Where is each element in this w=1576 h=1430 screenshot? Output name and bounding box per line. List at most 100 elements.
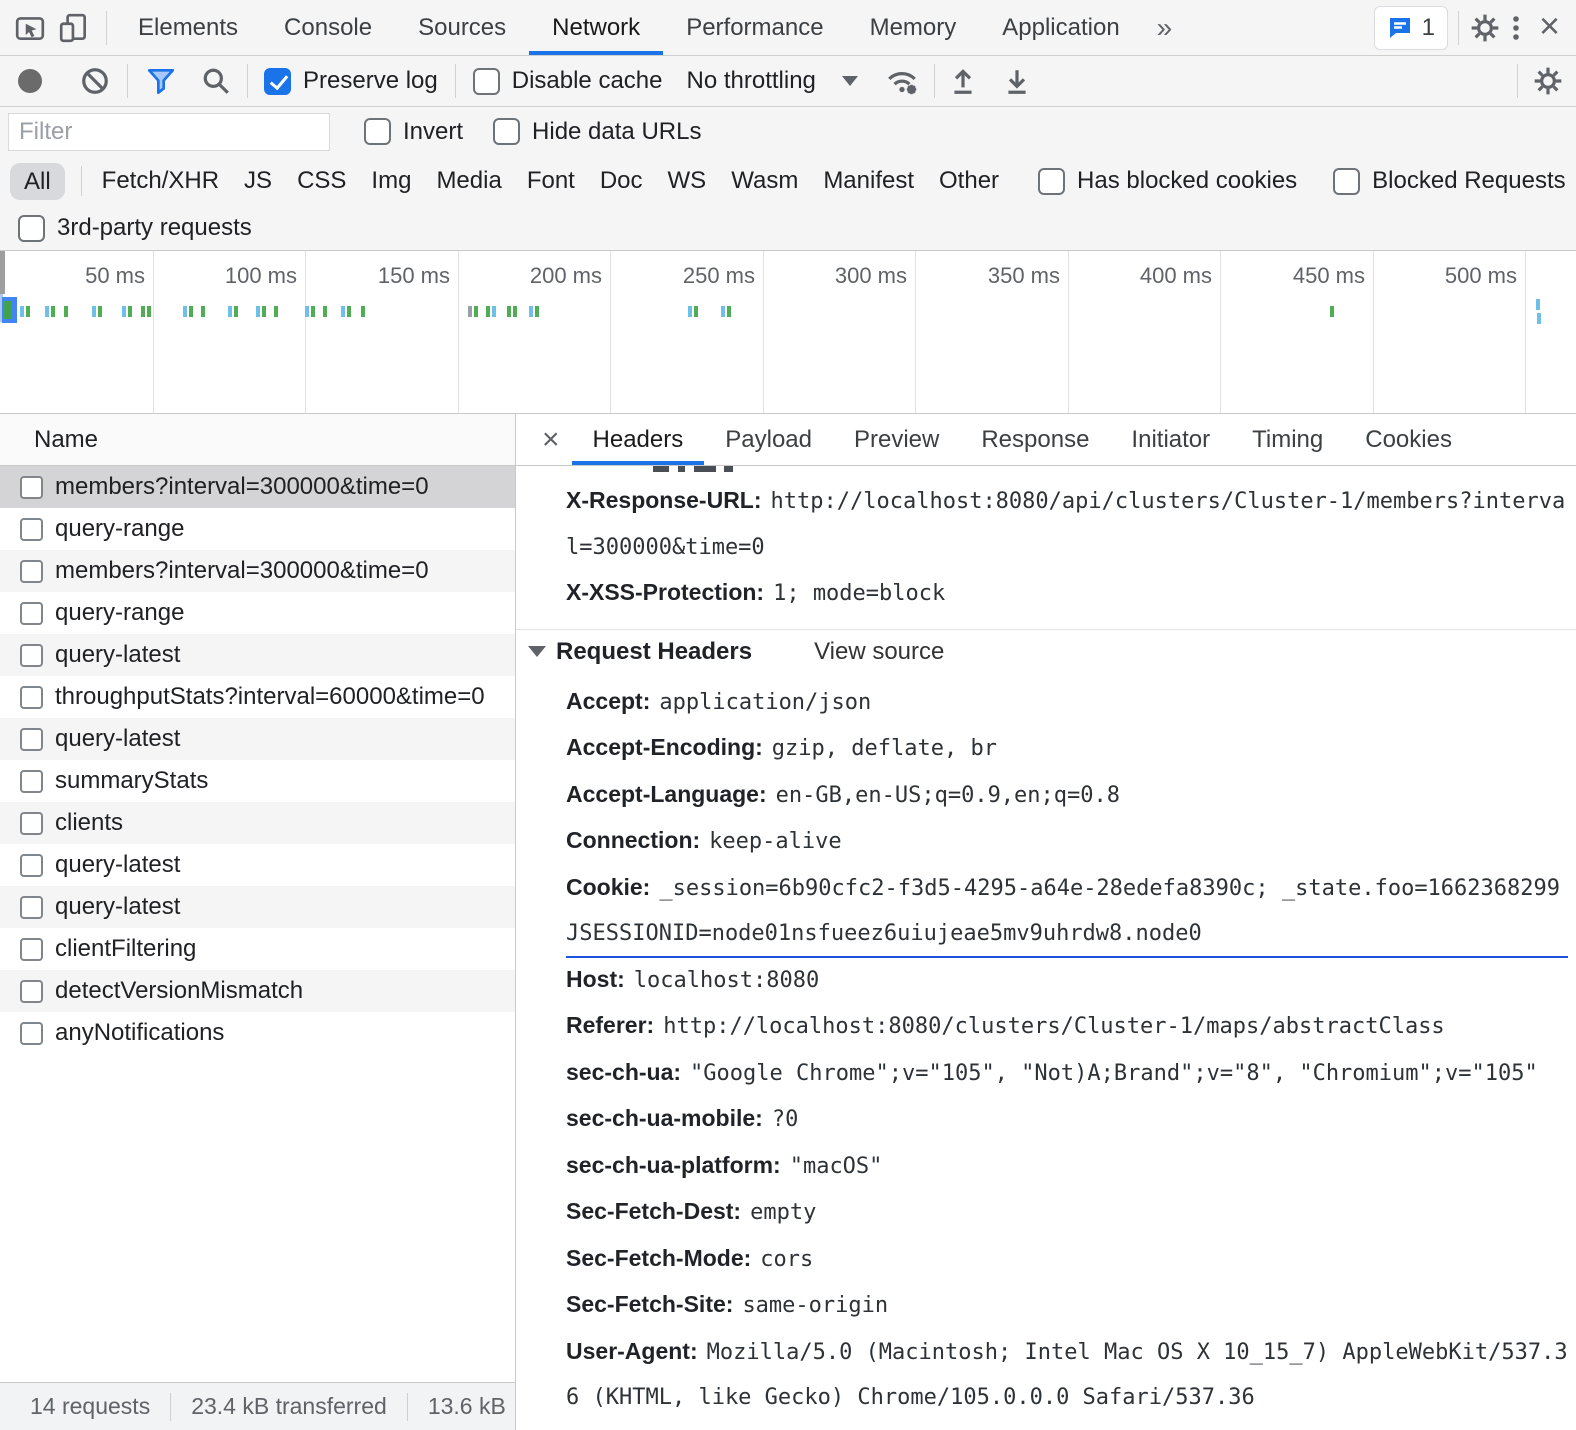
request-row[interactable]: query-range — [0, 592, 515, 634]
row-checkbox[interactable] — [20, 644, 43, 667]
overview-strip[interactable]: 50 ms100 ms150 ms200 ms250 ms300 ms350 m… — [0, 251, 1576, 414]
has-blocked-cookies-label: Has blocked cookies — [1077, 167, 1297, 195]
detail-tab-preview[interactable]: Preview — [833, 414, 960, 465]
tab-elements[interactable]: Elements — [115, 1, 261, 55]
type-filter-ws[interactable]: WS — [668, 167, 707, 195]
close-detail-icon[interactable]: × — [542, 414, 560, 465]
waterfall-mark — [347, 306, 351, 317]
detail-tab-payload[interactable]: Payload — [704, 414, 833, 465]
row-checkbox[interactable] — [20, 476, 43, 499]
chevron-down-icon[interactable] — [842, 76, 858, 86]
row-checkbox[interactable] — [20, 938, 43, 961]
request-row[interactable]: query-latest — [0, 886, 515, 928]
request-row[interactable]: query-latest — [0, 844, 515, 886]
search-icon[interactable] — [201, 66, 231, 96]
detail-tab-initiator[interactable]: Initiator — [1110, 414, 1231, 465]
settings-gear-icon[interactable] — [1469, 12, 1501, 44]
checkbox-unchecked[interactable] — [18, 215, 45, 242]
type-filter-manifest[interactable]: Manifest — [823, 167, 914, 195]
row-checkbox[interactable] — [20, 602, 43, 625]
third-party-checkbox[interactable]: 3rd-party requests — [18, 214, 252, 242]
has-blocked-cookies-checkbox[interactable]: Has blocked cookies — [1038, 167, 1297, 195]
row-checkbox[interactable] — [20, 770, 43, 793]
filter-funnel-icon[interactable] — [145, 65, 177, 97]
type-filter-css[interactable]: CSS — [297, 167, 346, 195]
tab-sources[interactable]: Sources — [395, 1, 529, 55]
hide-data-urls-checkbox[interactable]: Hide data URLs — [493, 118, 701, 146]
request-row[interactable]: clientFiltering — [0, 928, 515, 970]
overview-handle[interactable] — [0, 251, 5, 294]
request-row[interactable]: anyNotifications — [0, 1012, 515, 1054]
row-checkbox[interactable] — [20, 518, 43, 541]
tab-performance[interactable]: Performance — [663, 1, 846, 55]
disable-cache-checkbox[interactable]: Disable cache — [473, 67, 663, 95]
kebab-menu-icon[interactable] — [1511, 12, 1521, 44]
type-filter-img[interactable]: Img — [371, 167, 411, 195]
request-row[interactable]: query-latest — [0, 718, 515, 760]
view-source-link[interactable]: View source — [814, 638, 944, 666]
request-row[interactable]: query-range — [0, 508, 515, 550]
name-column-header[interactable]: Name — [0, 414, 515, 466]
row-checkbox[interactable] — [20, 560, 43, 583]
checkbox-unchecked[interactable] — [364, 118, 391, 145]
detail-tab-timing[interactable]: Timing — [1231, 414, 1344, 465]
checkbox-unchecked[interactable] — [473, 68, 500, 95]
row-checkbox[interactable] — [20, 980, 43, 1003]
waterfall-mark — [201, 306, 205, 317]
type-filter-fetchxhr[interactable]: Fetch/XHR — [102, 167, 219, 195]
row-checkbox[interactable] — [20, 896, 43, 919]
network-conditions-icon[interactable] — [884, 65, 920, 97]
type-filter-font[interactable]: Font — [527, 167, 575, 195]
clear-icon[interactable] — [80, 66, 110, 96]
issues-badge-button[interactable]: 1 — [1374, 6, 1448, 50]
waterfall-mark — [147, 306, 151, 317]
request-row[interactable]: members?interval=300000&time=0 — [0, 466, 515, 508]
tab-network[interactable]: Network — [529, 1, 663, 55]
invert-checkbox[interactable]: Invert — [364, 118, 463, 146]
device-toolbar-icon[interactable] — [58, 12, 90, 44]
row-checkbox[interactable] — [20, 854, 43, 877]
blocked-requests-checkbox[interactable]: Blocked Requests — [1333, 167, 1565, 195]
tab-memory[interactable]: Memory — [847, 1, 980, 55]
inspect-element-icon[interactable] — [14, 12, 46, 44]
tab-application[interactable]: Application — [979, 1, 1142, 55]
waterfall-mark — [189, 306, 193, 317]
close-devtools-icon[interactable]: × — [1531, 5, 1576, 51]
waterfall-mark — [234, 306, 238, 317]
more-tabs-icon[interactable]: » — [1143, 12, 1187, 44]
row-checkbox[interactable] — [20, 728, 43, 751]
detail-tab-headers[interactable]: Headers — [572, 414, 705, 465]
row-checkbox[interactable] — [20, 1022, 43, 1045]
detail-tab-cookies[interactable]: Cookies — [1344, 414, 1473, 465]
type-filter-other[interactable]: Other — [939, 167, 999, 195]
row-checkbox[interactable] — [20, 812, 43, 835]
checkbox-unchecked[interactable] — [493, 118, 520, 145]
header-entry: Host:localhost:8080 — [566, 958, 1568, 1005]
disclosure-triangle-icon[interactable] — [528, 646, 546, 657]
request-row[interactable]: throughputStats?interval=60000&time=0 — [0, 676, 515, 718]
import-har-icon[interactable] — [949, 66, 977, 96]
request-row[interactable]: members?interval=300000&time=0 — [0, 550, 515, 592]
tab-console[interactable]: Console — [261, 1, 395, 55]
tick-label: 350 ms — [988, 263, 1060, 289]
type-filter-wasm[interactable]: Wasm — [731, 167, 798, 195]
type-filter-all[interactable]: All — [10, 163, 65, 200]
type-filter-media[interactable]: Media — [436, 167, 501, 195]
detail-tab-response[interactable]: Response — [960, 414, 1110, 465]
throttling-select[interactable]: No throttling — [686, 67, 815, 95]
request-row[interactable]: detectVersionMismatch — [0, 970, 515, 1012]
network-settings-gear-icon[interactable] — [1532, 65, 1564, 97]
type-filter-doc[interactable]: Doc — [600, 167, 643, 195]
request-row[interactable]: clients — [0, 802, 515, 844]
export-har-icon[interactable] — [1003, 66, 1031, 96]
request-row[interactable]: summaryStats — [0, 760, 515, 802]
checkbox-checked[interactable] — [264, 68, 291, 95]
row-checkbox[interactable] — [20, 686, 43, 709]
checkbox-unchecked[interactable] — [1038, 168, 1065, 195]
preserve-log-checkbox[interactable]: Preserve log — [264, 67, 438, 95]
request-row[interactable]: query-latest — [0, 634, 515, 676]
filter-input[interactable] — [8, 113, 330, 151]
record-button[interactable] — [18, 69, 42, 93]
checkbox-unchecked[interactable] — [1333, 168, 1360, 195]
type-filter-js[interactable]: JS — [244, 167, 272, 195]
